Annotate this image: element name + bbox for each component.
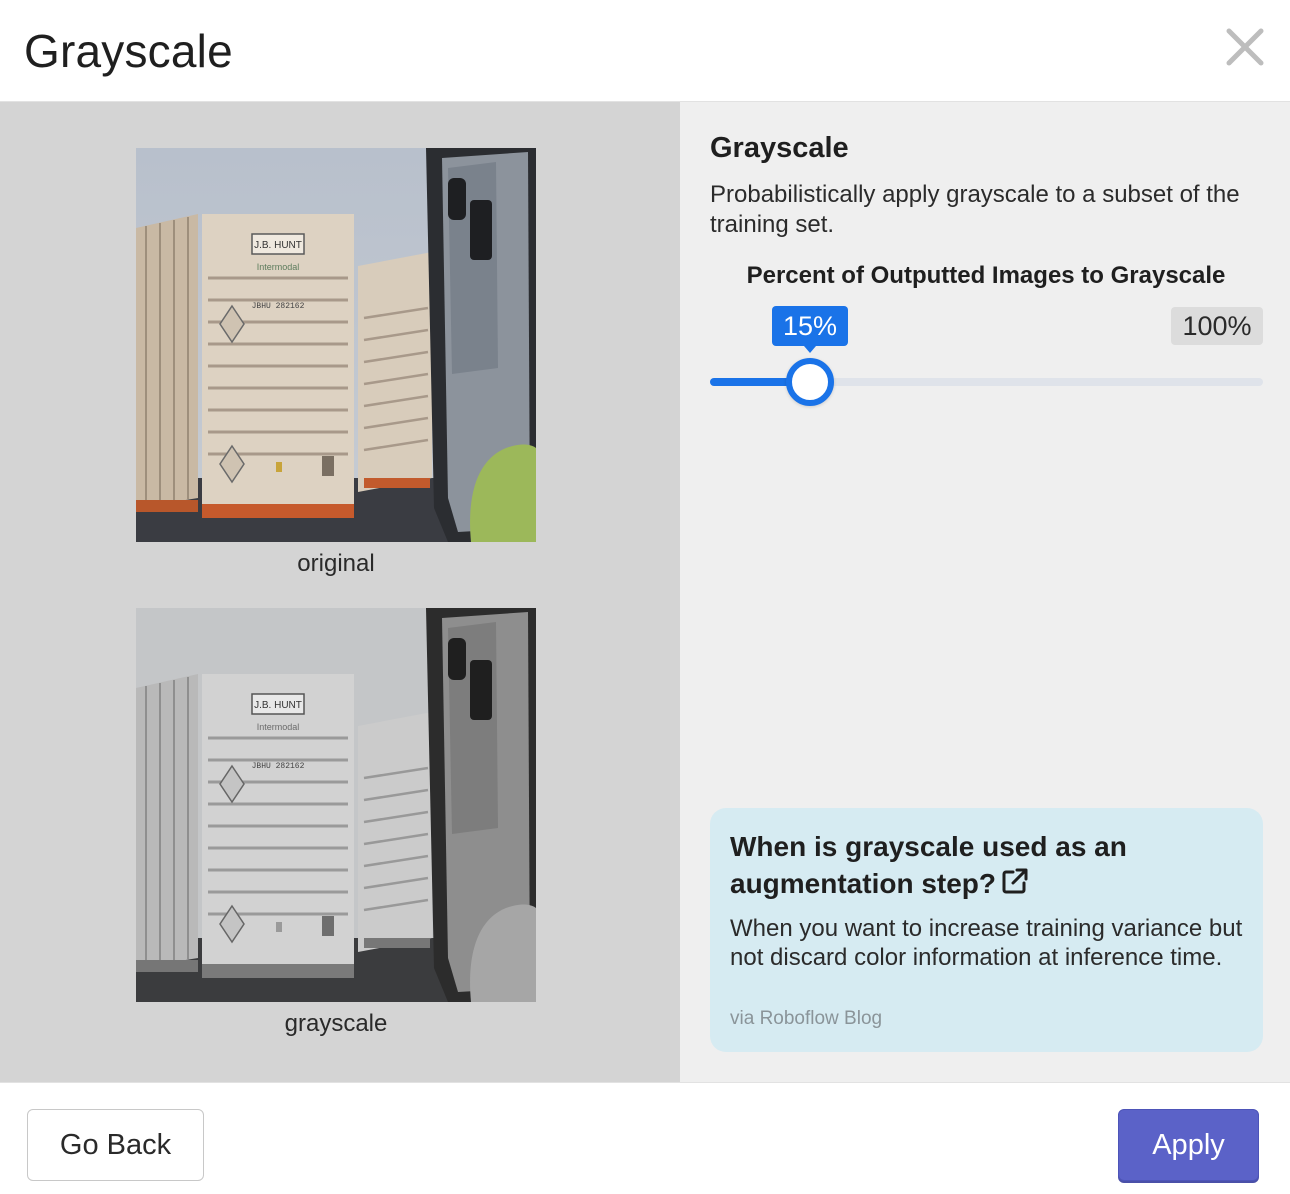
modal-title: Grayscale (24, 25, 233, 77)
svg-text:JBHU 282162: JBHU 282162 (252, 302, 305, 311)
preview-grayscale: J.B. HUNT Intermodal JBHU 282162 graysca… (136, 608, 536, 1038)
grayscale-preview-image: J.B. HUNT Intermodal JBHU 282162 (136, 608, 536, 1002)
info-card: When is grayscale used as an augmentatio… (710, 808, 1263, 1052)
modal-header: Grayscale (0, 0, 1290, 102)
percent-slider-track[interactable] (710, 358, 1263, 406)
preview-caption-grayscale: grayscale (284, 1010, 388, 1037)
svg-text:Intermodal: Intermodal (257, 722, 300, 732)
svg-text:J.B. HUNT: J.B. HUNT (254, 240, 302, 251)
apply-button[interactable]: Apply (1118, 1109, 1259, 1181)
slider-value-badge: 15% (772, 306, 848, 353)
preview-original: J.B. HUNT Intermodal JBHU 282162 origina… (136, 148, 536, 578)
preview-panel: J.B. HUNT Intermodal JBHU 282162 origina… (0, 102, 680, 1082)
close-icon[interactable] (1224, 26, 1266, 68)
svg-text:JBHU 282162: JBHU 282162 (252, 762, 305, 771)
preview-caption-original: original (297, 550, 375, 577)
settings-panel: Grayscale Probabilistically apply graysc… (680, 102, 1290, 1082)
info-body: When you want to increase training varia… (730, 915, 1243, 971)
settings-description: Probabilistically apply grayscale to a s… (710, 181, 1240, 238)
slider-label: Percent of Outputted Images to Grayscale (746, 262, 1226, 289)
modal-footer: Go Back Apply (0, 1082, 1290, 1194)
info-title-text[interactable]: When is grayscale used as an augmentatio… (730, 831, 1127, 899)
svg-text:Intermodal: Intermodal (257, 262, 300, 272)
external-link-icon[interactable] (1000, 866, 1030, 896)
info-source-link[interactable]: via Roboflow Blog (730, 1008, 882, 1030)
settings-title: Grayscale (710, 132, 849, 164)
original-preview-image: J.B. HUNT Intermodal JBHU 282162 (136, 148, 536, 542)
svg-text:J.B. HUNT: J.B. HUNT (254, 700, 302, 711)
info-title[interactable]: When is grayscale used as an augmentatio… (730, 828, 1230, 902)
slider-max-badge: 100% (1171, 307, 1263, 345)
percent-slider-thumb[interactable] (786, 358, 834, 406)
go-back-button[interactable]: Go Back (27, 1109, 204, 1181)
